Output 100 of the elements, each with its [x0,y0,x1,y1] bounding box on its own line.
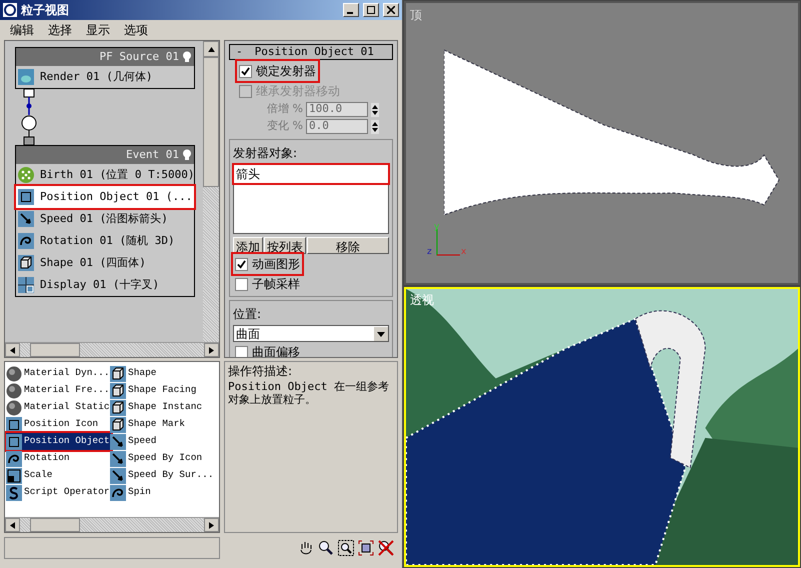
description-text: Position Object 在一组参考对象上放置粒子。 [228,380,390,406]
list-box[interactable]: 箭头 [233,164,389,234]
list-button[interactable]: 移除 [307,237,389,254]
depot-item[interactable]: Shape Instanc [110,399,204,416]
viewport-label[interactable]: 透视 [410,291,434,309]
sphere-icon [6,366,22,382]
checkbox[interactable] [235,278,248,290]
menu-item[interactable]: 选项 [124,21,148,39]
cube-icon [110,400,126,416]
operator-item[interactable]: Speed 01 (沿图标箭头) [16,208,194,230]
checkbox-row[interactable]: 动画图形 [233,254,302,274]
cube-icon [110,416,126,432]
checkbox[interactable] [235,258,248,270]
check-icon [237,260,246,268]
cube-icon [110,382,126,398]
check-icon [241,66,250,76]
depot-item[interactable]: Spin [110,484,152,501]
app-logo-icon [3,3,17,17]
lightbulb-icon[interactable] [182,149,192,161]
rollout-title: Position Object 01 [254,44,374,60]
checkbox-label: 动画图形 [252,256,300,273]
spinner-arrows-icon[interactable] [371,120,379,134]
scale-icon [6,468,22,484]
depot-item[interactable]: Shape Mark [110,416,186,433]
rollout-header[interactable]: - Position Object 01 [229,44,393,60]
dotted-circle-icon [18,167,34,183]
teapot-icon [18,69,34,85]
arrow-icon [110,450,126,466]
horizontal-scrollbar[interactable] [5,342,219,357]
window-title: 粒子视图 [21,2,69,19]
group-title: 发射器对象: [233,146,298,160]
depot-item[interactable]: Material Fre... [6,382,111,399]
menu-item[interactable]: 选择 [48,21,72,39]
menu-item[interactable]: 编辑 [10,21,34,39]
spinner-label: 变化 % [267,118,303,134]
list-item[interactable]: 箭头 [234,165,388,183]
menu-item[interactable]: 显示 [86,21,110,39]
vertical-scrollbar[interactable] [203,41,219,342]
depot-item[interactable]: Speed By Icon [110,450,204,467]
axis-label: x [461,246,466,259]
depot-item[interactable]: Script Operator [6,484,111,501]
checkbox[interactable] [235,346,248,357]
frame-icon [6,416,22,432]
lightbulb-icon[interactable] [182,51,192,63]
checkbox-label: 继承发射器移动 [256,83,340,100]
horizontal-scrollbar[interactable] [5,517,219,532]
frame-icon [6,434,22,450]
zoom-region-icon[interactable] [338,540,354,556]
letter-icon [6,484,22,500]
maximize-icon [367,6,375,14]
depot-item[interactable]: Speed By Sur... [110,467,215,484]
depot-item[interactable]: Scale [6,467,54,484]
checkbox-row[interactable]: 子帧采样 [233,274,302,294]
grid-icon [18,277,34,293]
swirl-icon [110,484,126,500]
up-arrow-icon[interactable] [208,46,214,52]
frame-icon [18,189,34,205]
checkbox-label: 子帧采样 [252,276,300,293]
zoom-extents-icon[interactable] [358,540,374,556]
close-icon [387,6,395,14]
operator-item[interactable]: Display 01 (十字叉) [16,274,194,296]
right-arrow-icon[interactable] [209,522,214,528]
left-arrow-icon[interactable] [10,522,15,528]
cube-icon [18,255,34,271]
depot-item[interactable]: Position Object [6,433,111,450]
sphere-icon [6,382,22,398]
depot-item[interactable]: Material Dyn... [6,365,111,382]
depot-item[interactable]: Shape [110,365,158,382]
axis-label: y [434,221,440,234]
hand-icon[interactable] [298,540,314,556]
operator-item[interactable]: Position Object 01 (... [16,186,194,208]
left-arrow-icon[interactable] [10,346,15,354]
zoom-icon[interactable] [318,540,334,556]
right-arrow-icon[interactable] [209,346,214,354]
collapse-toggle[interactable]: - [236,44,243,60]
depot-item[interactable]: Position Icon [6,416,100,433]
spinner-arrows-icon[interactable] [371,102,379,116]
spinner-label: 倍增 % [267,101,303,118]
checkbox-row[interactable]: 锁定发射器 [237,61,318,81]
maximize-button[interactable] [363,3,379,17]
depot-item[interactable]: Speed [110,433,158,450]
operator-item[interactable]: Render 01 (几何体) [16,66,194,88]
depot-item[interactable]: Material Static [6,399,111,416]
checkbox[interactable] [239,64,252,78]
perspective-viewport[interactable]: 透视 [404,287,800,567]
depot-item[interactable]: Rotation [6,450,71,467]
close-button[interactable] [383,3,399,17]
axis-label: z [427,246,432,259]
depot-item[interactable]: Shape Facing [110,382,198,399]
operator-item[interactable]: Birth 01 (位置 0 T:5000) [16,164,194,186]
swirl-icon [18,233,34,249]
operator-item[interactable]: Shape 01 (四面体) [16,252,194,274]
arrow-icon [110,434,126,450]
arrow-icon [18,211,34,227]
group-title: 操作符描述: [228,363,294,380]
dropdown[interactable]: 曲面 [233,325,389,342]
operator-item[interactable]: Rotation 01 (随机 3D) [16,230,194,252]
sphere-icon [6,400,22,416]
minimize-button[interactable] [343,3,359,17]
no-zoom-icon[interactable] [378,540,394,556]
